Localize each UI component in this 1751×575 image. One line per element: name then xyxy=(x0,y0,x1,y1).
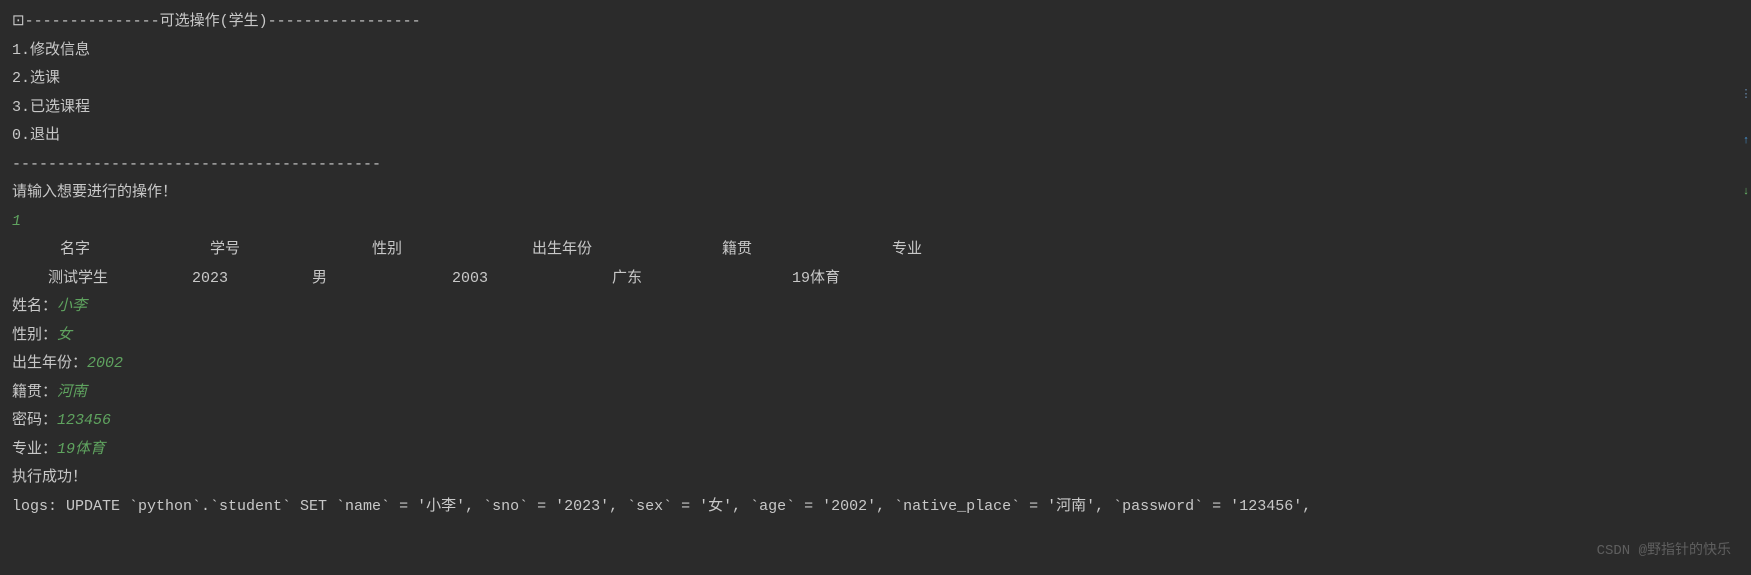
form-password-label: 密码： xyxy=(12,412,57,429)
cell-name: 测试学生 xyxy=(12,265,192,294)
menu-item-1: 1.修改信息 xyxy=(12,37,1739,66)
form-native-value[interactable]: 河南 xyxy=(57,384,87,401)
menu-item-0: 0.退出 xyxy=(12,122,1739,151)
cell-sno: 2023 xyxy=(192,265,312,294)
menu-footer: ----------------------------------------… xyxy=(12,151,1739,180)
header-sno: 学号 xyxy=(192,236,352,265)
header-birth: 出生年份 xyxy=(532,236,712,265)
header-major: 专业 xyxy=(892,236,1052,265)
header-sex: 性别 xyxy=(352,236,532,265)
watermark: CSDN @野指针的快乐 xyxy=(1597,538,1731,565)
form-birth-value[interactable]: 2002 xyxy=(87,355,123,372)
header-native: 籍贯 xyxy=(712,236,892,265)
header-name: 名字 xyxy=(12,236,192,265)
form-sex-label: 性别： xyxy=(12,327,57,344)
form-name-label: 姓名： xyxy=(12,298,57,315)
gutter-arrow-down-icon[interactable]: ↓ xyxy=(1743,182,1750,203)
form-native-label: 籍贯： xyxy=(12,384,57,401)
menu-item-3: 3.已选课程 xyxy=(12,94,1739,123)
cell-major: 19体育 xyxy=(792,265,952,294)
table-header-row: 名字 学号 性别 出生年份 籍贯 专业 xyxy=(12,236,1739,265)
gutter-marker-icon: ⋮ xyxy=(1741,90,1751,101)
prompt-text: 请输入想要进行的操作！ xyxy=(12,179,1739,208)
menu-item-2: 2.选课 xyxy=(12,65,1739,94)
form-password: 密码：123456 xyxy=(12,407,1739,436)
form-sex-value[interactable]: 女 xyxy=(57,327,72,344)
form-sex: 性别：女 xyxy=(12,322,1739,351)
cell-birth: 2003 xyxy=(452,265,612,294)
form-major: 专业：19体育 xyxy=(12,436,1739,465)
form-name: 姓名：小李 xyxy=(12,293,1739,322)
menu-header: ⊡---------------可选操作(学生)----------------… xyxy=(12,8,1739,37)
cell-native: 广东 xyxy=(612,265,792,294)
user-input[interactable]: 1 xyxy=(12,208,1739,237)
form-password-value[interactable]: 123456 xyxy=(57,412,111,429)
form-birth: 出生年份：2002 xyxy=(12,350,1739,379)
form-major-label: 专业： xyxy=(12,441,57,458)
form-major-value[interactable]: 19体育 xyxy=(57,441,105,458)
form-birth-label: 出生年份： xyxy=(12,355,87,372)
gutter-arrow-up-icon[interactable]: ↑ xyxy=(1743,131,1750,152)
form-native: 籍贯：河南 xyxy=(12,379,1739,408)
cell-sex: 男 xyxy=(312,265,452,294)
table-row: 测试学生 2023 男 2003 广东 19体育 xyxy=(12,265,1739,294)
log-output: logs: UPDATE `python`.`student` SET `nam… xyxy=(12,493,1739,522)
result-text: 执行成功！ xyxy=(12,464,1739,493)
form-name-value[interactable]: 小李 xyxy=(57,298,87,315)
editor-gutter: ⋮ ↑ ↓ xyxy=(1741,0,1751,575)
